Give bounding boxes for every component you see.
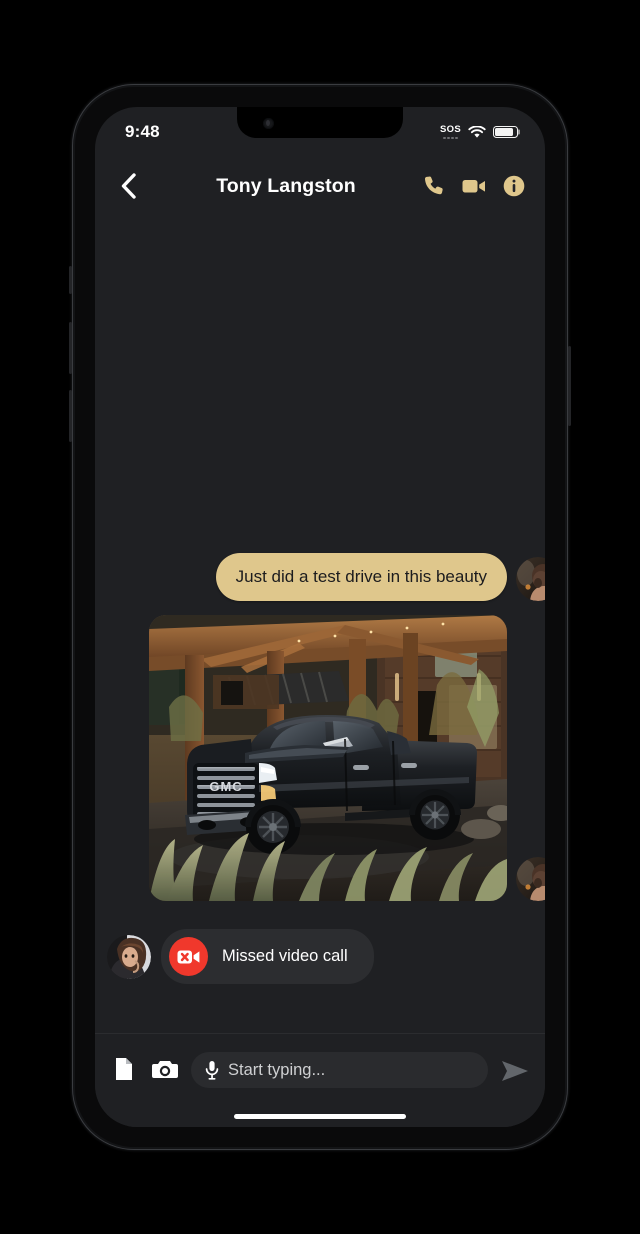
message-input[interactable] <box>228 1060 474 1080</box>
wifi-icon <box>468 125 486 138</box>
send-button[interactable] <box>499 1055 531 1087</box>
message-bubble-outgoing[interactable]: Just did a test drive in this beauty <box>215 553 507 602</box>
status-bar-indicators: SOS <box>440 125 520 139</box>
silent-switch-button[interactable] <box>69 266 72 294</box>
phone-screen: 9:48 SOS Tony Langston Just did a test d… <box>95 107 545 1127</box>
video-camera-icon <box>462 180 485 193</box>
truck-photo: GMC <box>149 615 507 902</box>
svg-text:GMC: GMC <box>209 779 242 794</box>
message-input-container[interactable] <box>191 1052 488 1088</box>
message-image-attachment[interactable]: GMC <box>149 615 507 902</box>
message-row-missed-call: Missed video call <box>95 929 545 985</box>
power-button[interactable] <box>568 346 571 426</box>
avatar[interactable] <box>516 557 545 602</box>
message-row-text: Just did a test drive in this beauty <box>95 553 545 602</box>
sos-label: SOS <box>440 124 461 135</box>
microphone-icon <box>205 1061 219 1080</box>
battery-icon <box>493 126 520 138</box>
contact-info-button[interactable] <box>501 173 527 199</box>
page-title: Tony Langston <box>216 174 356 197</box>
header-actions <box>421 173 527 199</box>
contact-avatar-image <box>107 934 151 979</box>
status-bar-time: 9:48 <box>125 122 160 141</box>
device-notch <box>237 107 403 138</box>
sender-avatar-image <box>516 557 545 602</box>
voice-call-button[interactable] <box>421 173 447 199</box>
camera-button[interactable] <box>150 1054 180 1084</box>
attach-file-button[interactable] <box>109 1054 139 1084</box>
chevron-left-icon <box>121 173 136 199</box>
camera-icon <box>152 1060 178 1078</box>
home-indicator[interactable] <box>234 1113 406 1119</box>
document-icon <box>116 1058 132 1080</box>
avatar[interactable] <box>107 934 151 979</box>
battery-cap <box>518 129 520 135</box>
sos-indicator: SOS <box>440 125 461 139</box>
send-arrow-icon <box>502 1061 528 1081</box>
phone-device-frame: 9:48 SOS Tony Langston Just did a test d… <box>69 84 571 1150</box>
info-circle-icon <box>503 175 525 197</box>
missed-call-label: Missed video call <box>222 947 348 966</box>
volume-up-button[interactable] <box>69 322 72 374</box>
chat-header: Tony Langston <box>95 155 545 217</box>
missed-call-bubble[interactable]: Missed video call <box>161 929 374 985</box>
message-row-image: GMC <box>95 615 545 902</box>
signal-dots-icon <box>443 136 458 139</box>
avatar[interactable] <box>516 857 545 902</box>
sender-avatar-image <box>516 857 545 902</box>
phone-icon <box>424 176 443 195</box>
volume-down-button[interactable] <box>69 390 72 442</box>
back-button[interactable] <box>111 169 145 203</box>
front-camera-icon <box>263 118 274 129</box>
message-list[interactable]: Just did a test drive in this beauty GMC… <box>95 217 545 1033</box>
video-call-button[interactable] <box>461 173 487 199</box>
battery-fill <box>495 128 514 136</box>
video-camera-slash-icon <box>177 950 200 964</box>
missed-video-call-icon <box>169 937 208 977</box>
microphone-button[interactable] <box>205 1060 220 1080</box>
